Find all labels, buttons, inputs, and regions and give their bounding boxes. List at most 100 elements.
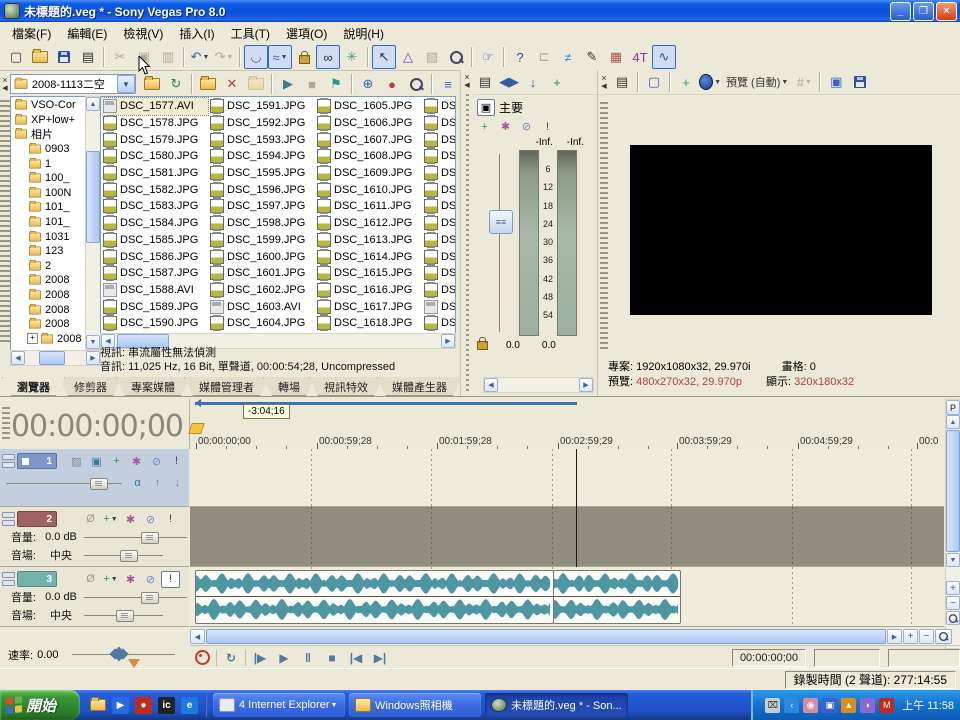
stop-button[interactable]: ■ <box>320 648 344 667</box>
grid-overlay-icon[interactable]: #▼ <box>792 70 816 94</box>
track-content-1[interactable] <box>190 449 944 507</box>
chevron-down-icon[interactable]: ▼ <box>202 54 209 61</box>
address-combo[interactable]: 2008-1113二空 ▼ <box>10 74 136 94</box>
scroll-right-icon[interactable]: ▶ <box>86 351 100 365</box>
menu-item-3[interactable]: 插入(I) <box>171 22 222 45</box>
pane-grip[interactable] <box>0 96 10 348</box>
pan-slider[interactable] <box>84 610 163 621</box>
tree-item[interactable]: 101_ <box>11 215 87 230</box>
expander-icon[interactable]: + <box>27 333 38 344</box>
track-content-3[interactable] <box>190 567 944 627</box>
tree-item[interactable]: 1 <box>11 156 87 171</box>
track-number-badge[interactable]: 3 <box>17 571 57 587</box>
tree-hscrollbar[interactable]: ◀ ▶ <box>10 350 101 366</box>
play-button[interactable]: ▶ <box>272 648 296 667</box>
selection-start-field[interactable] <box>814 649 880 667</box>
quicklaunch-folder-icon[interactable] <box>89 697 106 714</box>
tree-item[interactable]: 2008 <box>11 302 87 317</box>
split-tool-icon[interactable]: ≠ <box>556 45 580 69</box>
track-number-badge[interactable]: 1 <box>17 453 57 469</box>
scroll-left-icon[interactable]: ◀ <box>190 629 205 644</box>
current-time-display[interactable]: 00:00:00;00 <box>0 399 190 449</box>
file-item[interactable]: DSC_1577.AVI <box>101 98 208 115</box>
chevron-down-icon[interactable]: ▼ <box>226 54 233 61</box>
track-header-1[interactable]: 1 ▨▣+✱⊘! α↑↓ <box>0 449 189 507</box>
timeline-hscroll-thumb[interactable] <box>206 629 886 644</box>
file-item[interactable]: DSC_1602.JPG <box>208 282 315 299</box>
tree-item[interactable]: 0903 <box>11 142 87 157</box>
file-item[interactable]: DSC_ <box>422 131 456 148</box>
file-item[interactable]: DSC_1592.JPG <box>208 115 315 132</box>
media-manager-icon[interactable]: ● <box>380 72 404 96</box>
timeline-vscrollbar[interactable]: P ▲ ▼ + − <box>945 399 960 649</box>
quicklaunch-ie-icon[interactable]: e <box>181 697 198 714</box>
tray-messenger-icon[interactable]: M <box>879 698 894 713</box>
file-item[interactable]: DSC_1594.JPG <box>208 148 315 165</box>
chevron-down-icon[interactable]: ▼ <box>331 702 338 709</box>
automation-icon[interactable]: ✱ <box>121 571 140 588</box>
menu-item-4[interactable]: 工具(T) <box>223 22 278 45</box>
tab-轉場[interactable]: 轉場 <box>263 377 315 396</box>
tray-keyboard-icon[interactable]: ⌧ <box>765 698 780 713</box>
tree-item[interactable]: XP+low+ <box>11 113 87 128</box>
solo-icon[interactable]: ! <box>167 453 186 470</box>
file-item[interactable]: DSC_1584.JPG <box>101 215 208 232</box>
composite-parent-icon[interactable]: ↑ <box>148 475 167 492</box>
event-fx-icon[interactable]: ✳ <box>340 45 364 69</box>
file-item[interactable]: DSC_ <box>422 165 456 182</box>
quicklaunch-ico-icon[interactable]: ic <box>158 697 175 714</box>
open-icon[interactable] <box>28 45 52 69</box>
tray-camera-icon[interactable]: ◉ <box>803 698 818 713</box>
new-project-icon[interactable]: ▢ <box>4 45 28 69</box>
envelope-edit-tool-icon[interactable]: △ <box>396 45 420 69</box>
cursor-timecode-field[interactable]: 00:00:00;00 <box>732 649 806 667</box>
file-item[interactable]: DSC_ <box>422 265 456 282</box>
tray-shield-icon[interactable]: ▲ <box>841 698 856 713</box>
tree-item[interactable]: 相片 <box>11 127 87 142</box>
chevron-down-icon[interactable]: ▼ <box>281 54 288 61</box>
mixer-properties-icon[interactable]: ▤ <box>473 70 497 94</box>
tree-hscroll-thumb[interactable] <box>39 351 65 365</box>
pan-crop-icon[interactable]: ▦ <box>604 45 628 69</box>
file-item[interactable]: DSC_1589.JPG <box>101 298 208 315</box>
tree-item[interactable]: 2008 <box>11 317 87 332</box>
video-fx-icon[interactable]: + <box>674 70 698 94</box>
tab-修剪器[interactable]: 修剪器 <box>59 377 122 396</box>
file-item[interactable]: DSC_1596.JPG <box>208 181 315 198</box>
file-item[interactable]: DSC_ <box>422 232 456 249</box>
start-preview-icon[interactable]: ▶ <box>276 72 300 96</box>
menu-item-0[interactable]: 檔案(F) <box>4 22 59 45</box>
scroll-right-icon[interactable]: ▶ <box>579 378 593 392</box>
volume-slider[interactable] <box>84 592 187 603</box>
properties-icon[interactable]: ▤ <box>76 45 100 69</box>
preview-properties-icon[interactable]: ▤ <box>610 70 634 94</box>
taskbar-button[interactable]: Windows照相機 <box>349 693 481 717</box>
file-item[interactable]: DSC_1588.AVI <box>101 282 208 299</box>
master-automation-icon[interactable]: ✱ <box>496 118 515 135</box>
tree-item[interactable]: +2008 <box>11 332 87 347</box>
dim-output-icon[interactable]: ↓ <box>521 70 545 94</box>
loop-playback-button[interactable]: ↻ <box>219 648 243 667</box>
copy-frame-icon[interactable]: ▣ <box>824 70 848 94</box>
pen-tool-icon[interactable]: ✎ <box>580 45 604 69</box>
tab-媒體管理者[interactable]: 媒體管理者 <box>184 377 269 396</box>
edit-cursor[interactable] <box>576 449 577 567</box>
file-item[interactable]: DSC_1593.JPG <box>208 131 315 148</box>
file-item[interactable]: DSC_ <box>422 282 456 299</box>
file-item[interactable]: DSC_1605.JPG <box>315 98 422 115</box>
pause-button[interactable]: ‖ <box>296 648 320 667</box>
tab-專案媒體[interactable]: 專案媒體 <box>116 377 190 396</box>
master-solo-icon[interactable]: ! <box>538 118 557 135</box>
close-pane-icon[interactable]: × <box>464 72 469 82</box>
quicklaunch-real-icon[interactable]: ● <box>135 697 152 714</box>
paste-icon[interactable]: ▥ <box>156 45 180 69</box>
save-icon[interactable] <box>52 45 76 69</box>
mute-icon[interactable]: ⊘ <box>147 453 166 470</box>
whats-this-help-icon[interactable]: ? <box>508 45 532 69</box>
phase-icon[interactable]: Ø <box>81 511 100 528</box>
chevron-down-icon[interactable]: ▼ <box>781 79 788 86</box>
redo-icon[interactable]: ↷▼ <box>212 45 236 69</box>
time-ruler[interactable]: -3:04;16 00:00:00;0000:00:59;2800:01:59;… <box>190 399 944 450</box>
tree-item[interactable]: 100_ <box>11 171 87 186</box>
file-item[interactable]: DSC_1597.JPG <box>208 198 315 215</box>
